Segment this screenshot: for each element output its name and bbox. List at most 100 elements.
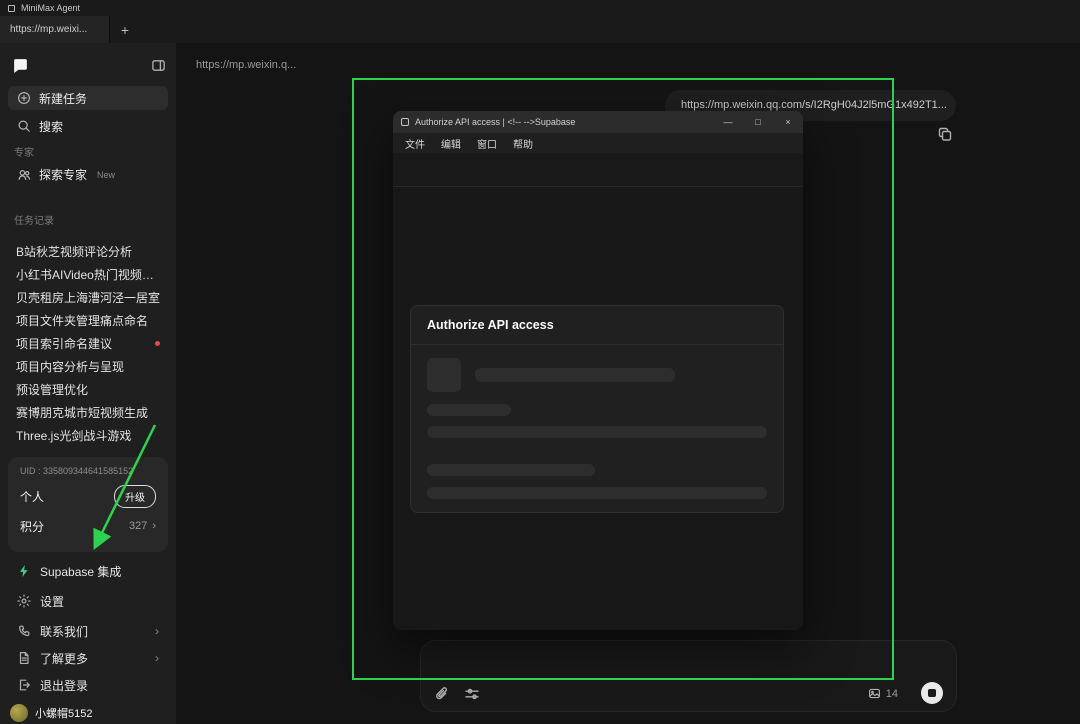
sidebar-item-settings[interactable]: 设置 (8, 589, 168, 613)
attach-icon[interactable] (433, 686, 451, 704)
username: 小螺帽5152 (35, 705, 92, 721)
sidebar-item-logout[interactable]: 退出登录 (8, 673, 168, 697)
lightning-icon (17, 564, 31, 578)
sidebar-item-learn-more[interactable]: 了解更多 › (8, 646, 168, 670)
learn-more-label: 了解更多 (40, 650, 88, 667)
app-title: MiniMax Agent (21, 3, 80, 13)
minimize-button[interactable]: — (713, 111, 743, 133)
search-button[interactable]: 搜索 (8, 114, 168, 138)
menu-file[interactable]: 文件 (405, 136, 425, 151)
task-label: 小红书AIVideo热门视频检测 (16, 266, 160, 283)
skeleton-line (427, 426, 767, 438)
task-item[interactable]: 预设管理优化 (0, 378, 176, 401)
image-icon (868, 687, 881, 700)
window-toolbar-strip (393, 153, 803, 187)
app-window-icon (8, 5, 15, 12)
search-label: 搜索 (39, 118, 63, 135)
copy-icon[interactable] (936, 126, 954, 144)
task-item[interactable]: Three.js光剑战斗游戏 (0, 424, 176, 447)
menu-help[interactable]: 帮助 (513, 136, 533, 151)
task-label: 赛博朋克城市短视频生成 (16, 404, 160, 421)
task-label: 项目文件夹管理痛点命名 (16, 312, 160, 329)
task-list: B站秋芝视频评论分析 小红书AIVideo热门视频检测 贝壳租房上海漕河泾一居室… (0, 240, 176, 447)
chevron-right-icon: › (155, 624, 159, 638)
media-count-value: 14 (886, 688, 898, 700)
logout-icon (17, 678, 31, 692)
skeleton-avatar (427, 358, 461, 392)
explore-experts-label: 探索专家 (39, 166, 87, 183)
task-label: 项目内容分析与呈现 (16, 358, 160, 375)
points-label: 积分 (20, 518, 44, 535)
contact-label: 联系我们 (40, 623, 88, 640)
close-button[interactable]: × (773, 111, 803, 133)
sidebar: 新建任务 搜索 专家 探索专家 New 任务记录 B站秋芝视频评论分析 小红书A… (0, 43, 176, 724)
user-profile[interactable]: 小螺帽5152 (10, 702, 92, 724)
task-item[interactable]: 项目内容分析与呈现 (0, 355, 176, 378)
new-task-button[interactable]: 新建任务 (8, 86, 168, 110)
authorize-card: Authorize API access (410, 305, 784, 513)
menu-edit[interactable]: 编辑 (441, 136, 461, 151)
points-value: 327 (129, 520, 147, 532)
message-url: https://mp.weixin.qq.com/s/I2RgH04J2l5mG… (681, 99, 947, 111)
settings-sliders-icon[interactable] (463, 686, 481, 704)
account-card: UID : 335809344641585152 个人 升级 积分 327 › (8, 457, 168, 552)
authorize-card-title: Authorize API access (411, 306, 783, 345)
composer: 14 (420, 640, 957, 712)
points-row[interactable]: 积分 327 › (20, 515, 156, 537)
notification-dot (155, 341, 160, 346)
explore-experts-item[interactable]: 探索专家 New (8, 163, 168, 186)
task-item[interactable]: 小红书AIVideo热门视频检测 (0, 263, 176, 286)
task-item[interactable]: B站秋芝视频评论分析 (0, 240, 176, 263)
task-item[interactable]: 项目文件夹管理痛点命名 (0, 309, 176, 332)
main-area: https://mp.weixin.q... https://mp.weixin… (176, 43, 1080, 724)
collapse-sidebar-icon[interactable] (151, 58, 166, 73)
phone-icon (17, 624, 31, 638)
window-content: Authorize API access (393, 187, 803, 630)
task-label: 贝壳租房上海漕河泾一居室 (16, 289, 160, 306)
account-uid: UID : 335809344641585152 (20, 466, 156, 476)
maximize-button[interactable]: □ (743, 111, 773, 133)
app-titlebar: MiniMax Agent (0, 0, 1080, 16)
tasks-section-label: 任务记录 (14, 212, 54, 227)
task-label: 项目索引命名建议 (16, 335, 149, 352)
menu-window[interactable]: 窗口 (477, 136, 497, 151)
authorize-card-body (411, 345, 783, 499)
new-tab-button[interactable]: + (110, 16, 140, 43)
app-window: MiniMax Agent https://mp.weixi... + 新建任务 (0, 0, 1080, 724)
authorize-window: Authorize API access | <!-- -->Supabase … (393, 111, 803, 630)
app-logo-icon (12, 57, 29, 74)
window-titlebar[interactable]: Authorize API access | <!-- -->Supabase … (393, 111, 803, 133)
document-icon (17, 651, 31, 665)
task-item[interactable]: 贝壳租房上海漕河泾一居室 (0, 286, 176, 309)
task-label: B站秋芝视频评论分析 (16, 243, 160, 260)
browser-tab[interactable]: https://mp.weixi... (0, 16, 110, 43)
skeleton-line (475, 368, 675, 382)
settings-label: 设置 (40, 593, 64, 610)
window-icon (401, 118, 409, 126)
new-badge: New (97, 170, 115, 180)
skeleton-line (427, 404, 511, 416)
chevron-right-icon: › (155, 651, 159, 665)
media-count: 14 (868, 687, 898, 700)
experts-icon (17, 168, 31, 182)
logout-label: 退出登录 (40, 677, 88, 694)
task-label: 预设管理优化 (16, 381, 160, 398)
sidebar-item-contact[interactable]: 联系我们 › (8, 619, 168, 643)
task-item[interactable]: 项目索引命名建议 (0, 332, 176, 355)
conversation-title: https://mp.weixin.q... (196, 59, 296, 71)
skeleton-line (427, 464, 595, 476)
stop-icon (928, 689, 936, 697)
task-label: Three.js光剑战斗游戏 (16, 427, 160, 444)
tab-title: https://mp.weixi... (10, 24, 87, 35)
window-title: Authorize API access | <!-- -->Supabase (415, 117, 713, 127)
sidebar-item-supabase[interactable]: Supabase 集成 (8, 559, 168, 583)
tab-bar: https://mp.weixi... + (0, 16, 1080, 43)
skeleton-line (427, 487, 767, 499)
plan-name: 个人 (20, 488, 44, 505)
stop-button[interactable] (921, 682, 943, 704)
upgrade-button[interactable]: 升级 (114, 485, 156, 508)
new-task-label: 新建任务 (39, 90, 87, 107)
task-item[interactable]: 赛博朋克城市短视频生成 (0, 401, 176, 424)
experts-section-label: 专家 (14, 144, 34, 159)
gear-icon (17, 594, 31, 608)
